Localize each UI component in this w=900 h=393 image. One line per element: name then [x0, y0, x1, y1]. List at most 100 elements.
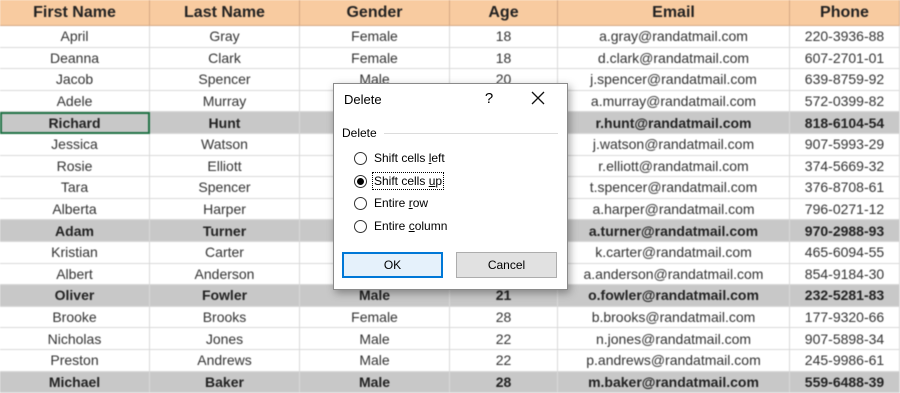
- table-cell[interactable]: d.clark@randatmail.com: [558, 48, 790, 70]
- table-cell[interactable]: j.spencer@randatmail.com: [558, 69, 790, 91]
- help-button[interactable]: ?: [482, 90, 496, 107]
- table-cell[interactable]: Alberta: [0, 199, 150, 221]
- table-cell[interactable]: Brooks: [150, 307, 300, 329]
- table-cell[interactable]: 907-5898-34: [790, 328, 900, 350]
- table-cell[interactable]: Male: [300, 372, 450, 393]
- table-cell[interactable]: 374-5669-32: [790, 156, 900, 178]
- table-cell[interactable]: 232-5281-83: [790, 285, 900, 307]
- table-cell[interactable]: Preston: [0, 350, 150, 372]
- table-cell[interactable]: Female: [300, 48, 450, 70]
- ok-button[interactable]: OK: [342, 252, 443, 278]
- radio-entire-row[interactable]: [354, 197, 367, 210]
- table-cell[interactable]: April: [0, 26, 150, 48]
- table-cell[interactable]: 607-2701-01: [790, 48, 900, 70]
- table-cell[interactable]: 28: [450, 307, 558, 329]
- table-cell[interactable]: Male: [300, 328, 450, 350]
- table-cell[interactable]: Deanna: [0, 48, 150, 70]
- table-cell[interactable]: Anderson: [150, 264, 300, 286]
- table-cell[interactable]: Oliver: [0, 285, 150, 307]
- table-cell[interactable]: Harper: [150, 199, 300, 221]
- cancel-button[interactable]: Cancel: [456, 252, 557, 278]
- radio-shift-cells-up[interactable]: [354, 175, 367, 188]
- table-cell[interactable]: Adele: [0, 91, 150, 113]
- column-header[interactable]: Last Name: [150, 0, 300, 26]
- table-cell[interactable]: 245-9986-61: [790, 350, 900, 372]
- column-header[interactable]: Phone: [790, 0, 900, 26]
- table-cell[interactable]: a.turner@randatmail.com: [558, 220, 790, 242]
- table-cell[interactable]: 177-9320-66: [790, 307, 900, 329]
- option-label: Shift cells left: [373, 150, 446, 166]
- table-cell[interactable]: a.anderson@randatmail.com: [558, 264, 790, 286]
- table-cell[interactable]: 572-0399-82: [790, 91, 900, 113]
- table-cell[interactable]: Richard: [0, 112, 150, 134]
- table-cell[interactable]: 18: [450, 48, 558, 70]
- column-header[interactable]: First Name: [0, 0, 150, 26]
- table-cell[interactable]: Gray: [150, 26, 300, 48]
- table-cell[interactable]: Nicholas: [0, 328, 150, 350]
- table-cell[interactable]: a.murray@randatmail.com: [558, 91, 790, 113]
- table-cell[interactable]: t.spencer@randatmail.com: [558, 177, 790, 199]
- table-cell[interactable]: m.baker@randatmail.com: [558, 372, 790, 393]
- option-shift-cells-left[interactable]: Shift cells left: [354, 150, 446, 166]
- table-cell[interactable]: 28: [450, 372, 558, 393]
- table-cell[interactable]: k.carter@randatmail.com: [558, 242, 790, 264]
- table-cell[interactable]: Hunt: [150, 112, 300, 134]
- table-cell[interactable]: Tara: [0, 177, 150, 199]
- table-cell[interactable]: Male: [300, 350, 450, 372]
- table-cell[interactable]: Jessica: [0, 134, 150, 156]
- table-cell[interactable]: b.brooks@randatmail.com: [558, 307, 790, 329]
- table-cell[interactable]: Watson: [150, 134, 300, 156]
- table-cell[interactable]: j.watson@randatmail.com: [558, 134, 790, 156]
- column-header[interactable]: Email: [558, 0, 790, 26]
- table-cell[interactable]: Female: [300, 26, 450, 48]
- table-cell[interactable]: Clark: [150, 48, 300, 70]
- table-cell[interactable]: n.jones@randatmail.com: [558, 328, 790, 350]
- table-cell[interactable]: Carter: [150, 242, 300, 264]
- radio-shift-cells-left[interactable]: [354, 152, 367, 165]
- table-cell[interactable]: Adam: [0, 220, 150, 242]
- table-cell[interactable]: 854-9184-30: [790, 264, 900, 286]
- table-cell[interactable]: Spencer: [150, 69, 300, 91]
- table-cell[interactable]: r.elliott@randatmail.com: [558, 156, 790, 178]
- table-cell[interactable]: Albert: [0, 264, 150, 286]
- table-cell[interactable]: 559-6488-39: [790, 372, 900, 393]
- table-cell[interactable]: 796-0271-12: [790, 199, 900, 221]
- table-cell[interactable]: Elliott: [150, 156, 300, 178]
- option-entire-column[interactable]: Entire column: [354, 218, 448, 234]
- table-cell[interactable]: 970-2988-93: [790, 220, 900, 242]
- table-cell[interactable]: Jones: [150, 328, 300, 350]
- table-cell[interactable]: p.andrews@randatmail.com: [558, 350, 790, 372]
- option-entire-row[interactable]: Entire row: [354, 195, 429, 211]
- table-cell[interactable]: a.harper@randatmail.com: [558, 199, 790, 221]
- table-cell[interactable]: 22: [450, 328, 558, 350]
- table-cell[interactable]: Brooke: [0, 307, 150, 329]
- radio-entire-column[interactable]: [354, 220, 367, 233]
- table-cell[interactable]: Fowler: [150, 285, 300, 307]
- table-cell[interactable]: Spencer: [150, 177, 300, 199]
- table-cell[interactable]: Kristian: [0, 242, 150, 264]
- table-cell[interactable]: Female: [300, 307, 450, 329]
- table-cell[interactable]: 22: [450, 350, 558, 372]
- table-cell[interactable]: 639-8759-92: [790, 69, 900, 91]
- table-cell[interactable]: 818-6104-54: [790, 112, 900, 134]
- column-header[interactable]: Gender: [300, 0, 450, 26]
- table-cell[interactable]: a.gray@randatmail.com: [558, 26, 790, 48]
- close-icon[interactable]: [530, 90, 546, 106]
- table-cell[interactable]: Michael: [0, 372, 150, 393]
- table-cell[interactable]: 376-8708-61: [790, 177, 900, 199]
- table-cell[interactable]: Baker: [150, 372, 300, 393]
- table-cell[interactable]: Turner: [150, 220, 300, 242]
- table-cell[interactable]: Rosie: [0, 156, 150, 178]
- table-cell[interactable]: 220-3936-88: [790, 26, 900, 48]
- delete-dialog: Delete ? Delete Shift cells left Shift c…: [333, 83, 568, 290]
- table-cell[interactable]: Andrews: [150, 350, 300, 372]
- table-cell[interactable]: 465-6094-55: [790, 242, 900, 264]
- column-header[interactable]: Age: [450, 0, 558, 26]
- table-cell[interactable]: o.fowler@randatmail.com: [558, 285, 790, 307]
- table-cell[interactable]: r.hunt@randatmail.com: [558, 112, 790, 134]
- table-cell[interactable]: Murray: [150, 91, 300, 113]
- option-shift-cells-up[interactable]: Shift cells up: [354, 173, 443, 189]
- table-cell[interactable]: Jacob: [0, 69, 150, 91]
- table-cell[interactable]: 18: [450, 26, 558, 48]
- table-cell[interactable]: 907-5993-29: [790, 134, 900, 156]
